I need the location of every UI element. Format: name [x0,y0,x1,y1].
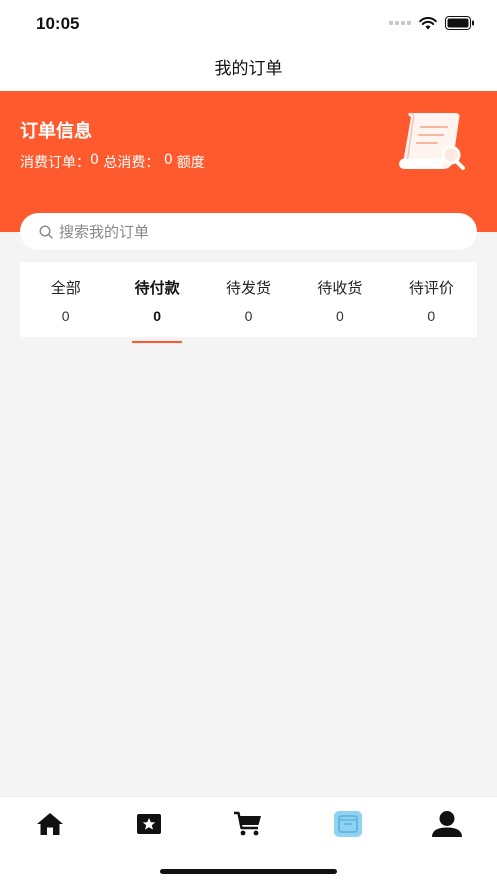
tab-count: 0 [336,308,344,324]
tab-count: 0 [427,308,436,324]
quota-label: 额度 [176,155,205,171]
tab-label: 全部 [50,279,81,297]
order-status-tabs: 全部 0 待付款 0 待发货 0 待收货 0 待评价 0 [20,262,477,343]
search-box[interactable] [20,213,477,250]
tab-all[interactable]: 全部 0 [20,262,111,337]
order-info-banner: 订单信息 消费订单： 0 总消费： 0 额度 [0,91,497,232]
search-icon [39,224,53,239]
tab-label: 待收货 [317,279,363,297]
tab-count: 0 [244,308,253,324]
orders-label: 消费订单： [20,155,90,171]
cart-icon [234,811,261,836]
orders-value: 0 [90,152,99,168]
tab-label: 待评价 [408,279,454,297]
tab-label: 待付款 [134,279,180,297]
status-bar: 10:05 [0,0,497,48]
total-value: 0 [159,152,173,168]
total-label: 总消费： [98,155,160,171]
user-icon [432,811,462,837]
tabbar-cart[interactable] [228,809,268,839]
order-stats: 消费订单： 0 总消费： 0 额度 [20,152,205,172]
tab-label: 待发货 [226,279,272,297]
order-info-title: 订单信息 [20,121,92,142]
battery-icon [445,16,474,30]
search-input[interactable] [59,222,439,241]
wifi-icon [419,16,437,29]
receipt-scroll-icon [399,112,465,170]
active-tab-indicator [132,341,183,343]
tab-pending-shipment[interactable]: 待发货 0 [203,262,294,337]
status-indicators [389,16,475,30]
tab-count: 0 [61,308,70,324]
home-indicator [160,869,337,874]
signal-icon [389,21,411,25]
tabbar-home[interactable] [30,809,70,839]
tab-count: 0 [153,308,161,324]
tab-pending-review[interactable]: 待评价 0 [386,262,477,337]
home-icon [37,813,63,835]
tab-pending-receipt[interactable]: 待收货 0 [294,262,385,337]
tabbar-orders[interactable] [328,809,368,839]
page-title: 我的订单 [214,59,283,79]
orders-icon [334,811,362,837]
tabbar-favorites[interactable] [129,809,169,839]
nav-bar: 我的订单 [0,48,497,91]
tabbar-profile[interactable] [427,809,467,839]
star-icon [137,814,161,834]
status-time: 10:05 [36,14,80,33]
tab-pending-payment[interactable]: 待付款 0 [111,262,202,343]
